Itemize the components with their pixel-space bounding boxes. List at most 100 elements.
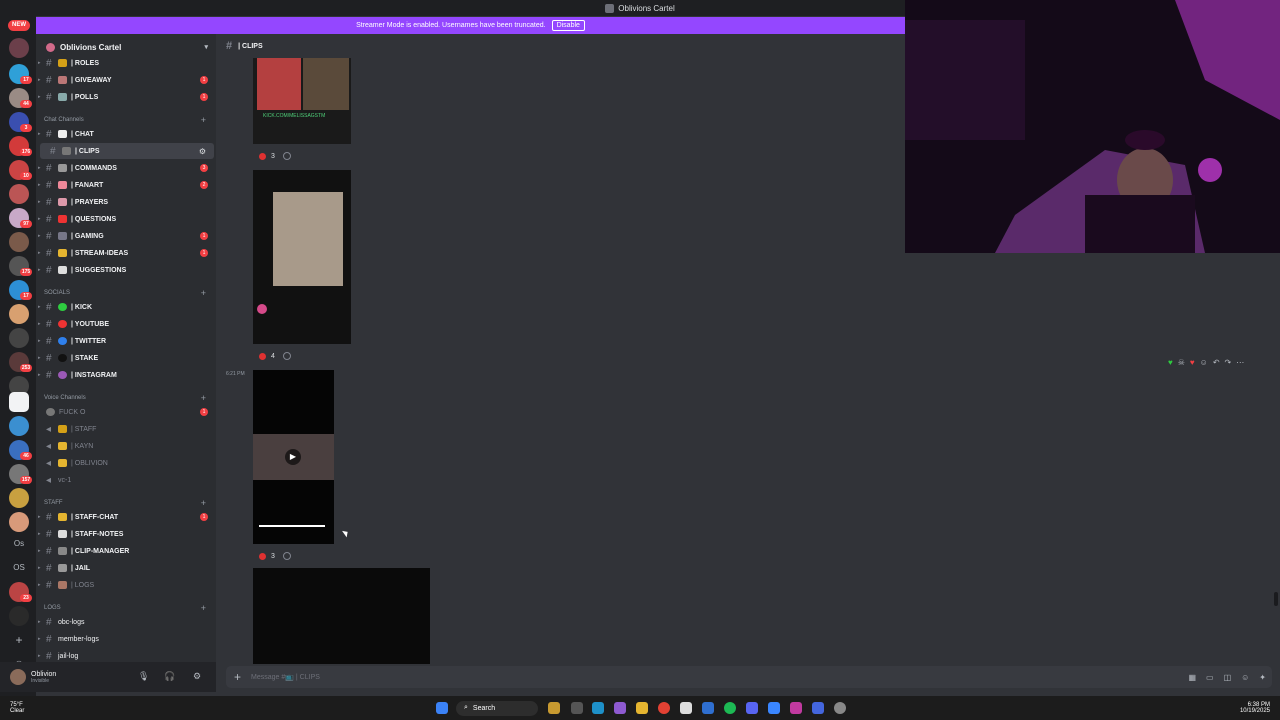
emoji-icon[interactable]: ☺ xyxy=(1241,673,1249,682)
taskbar-app-icon[interactable] xyxy=(548,702,560,714)
reaction-pill[interactable]: 3 xyxy=(259,552,291,560)
voice-channel-item[interactable]: ◂ | OBLIVION xyxy=(36,455,216,471)
reaction-icon[interactable]: ♥ xyxy=(1168,358,1173,367)
message-composer[interactable]: + Message #📺 | CLIPS ▦ ▭ ◫ ☺ ✦ xyxy=(226,666,1272,688)
video-progress-bar[interactable] xyxy=(259,525,325,527)
channel-item[interactable]: ▸ # | STAKE xyxy=(36,350,216,366)
taskbar-app-icon[interactable] xyxy=(812,702,824,714)
voice-channel-item[interactable]: FUCK O 1 xyxy=(36,404,216,420)
channel-item[interactable]: ▸ # | STAFF-NOTES xyxy=(36,526,216,542)
heart-icon[interactable]: ♥ xyxy=(1190,358,1195,367)
headphones-icon[interactable]: 🎧 xyxy=(164,671,175,682)
channel-item[interactable]: ▸ # | STREAM-IDEAS 1 xyxy=(36,245,216,261)
channel-item[interactable]: ▸ # | POLLS 1 xyxy=(36,89,216,105)
attach-plus-icon[interactable]: + xyxy=(234,670,241,684)
server-icon[interactable] xyxy=(9,606,29,626)
channel-item[interactable]: ▸ # | CHAT xyxy=(36,126,216,142)
play-icon[interactable]: ▶ xyxy=(285,449,301,465)
gif-icon[interactable]: ▭ xyxy=(1206,673,1214,682)
server-text-icon[interactable]: OS xyxy=(9,558,29,578)
voice-channel-item[interactable]: ◂ | STAFF xyxy=(36,421,216,437)
server-icon[interactable] xyxy=(9,488,29,508)
channel-item[interactable]: ▸ # obc-logs xyxy=(36,614,216,630)
add-channel-icon[interactable]: + xyxy=(201,603,206,613)
server-icon[interactable] xyxy=(9,392,29,412)
scrollbar[interactable] xyxy=(1274,592,1278,606)
system-clock[interactable]: 6:38 PM 10/19/2025 xyxy=(1240,702,1270,714)
more-icon[interactable]: ⋯ xyxy=(1236,358,1244,367)
add-channel-icon[interactable]: + xyxy=(201,115,206,125)
windows-start-icon[interactable] xyxy=(436,702,448,714)
channel-item[interactable]: ▸ # | COMMANDS 3 xyxy=(36,160,216,176)
add-server-icon[interactable]: + xyxy=(9,630,29,650)
add-reaction-icon[interactable]: ☺ xyxy=(1200,358,1208,367)
channel-item[interactable]: ▸ # | TWITTER xyxy=(36,333,216,349)
copilot-icon[interactable] xyxy=(614,702,626,714)
category-staff[interactable]: STAFF + xyxy=(44,497,214,509)
server-icon[interactable] xyxy=(9,232,29,252)
add-channel-icon[interactable]: + xyxy=(201,498,206,508)
add-reaction-icon[interactable] xyxy=(282,552,291,560)
clip-thumbnail[interactable]: KICK.COM/MELISSAGSTM xyxy=(253,58,351,144)
taskbar-app-icon[interactable] xyxy=(768,702,780,714)
voice-channel-item[interactable]: ◂ vc-1 xyxy=(36,472,216,488)
reaction-pill[interactable]: 3 xyxy=(259,152,291,160)
taskbar-search[interactable]: ⌕ Search xyxy=(456,700,538,716)
channel-item-selected[interactable]: # | CLIPS ⚙ xyxy=(40,143,214,159)
channel-item[interactable]: ▸ # | FANART 2 xyxy=(36,177,216,193)
channel-item[interactable]: ▸ # | INSTAGRAM xyxy=(36,367,216,383)
avatar[interactable] xyxy=(10,669,26,685)
server-icon[interactable] xyxy=(9,184,29,204)
edge-icon[interactable] xyxy=(592,702,604,714)
server-icon[interactable] xyxy=(9,304,29,324)
voice-channel-item[interactable]: ◂ | KAYN xyxy=(36,438,216,454)
new-pill[interactable]: NEW xyxy=(8,20,30,31)
weather-widget[interactable]: 75°F Clear xyxy=(10,702,24,714)
user-info[interactable]: Oblivion Invisible xyxy=(31,671,56,684)
add-reaction-icon[interactable] xyxy=(282,352,291,360)
channel-item[interactable]: ▸ # | LOGS xyxy=(36,577,216,593)
taskbar-app-icon[interactable] xyxy=(790,702,802,714)
disable-button[interactable]: Disable xyxy=(551,20,585,31)
microphone-icon[interactable]: 🎙 xyxy=(138,671,149,682)
reaction-pill[interactable]: 4 xyxy=(259,352,291,360)
store-icon[interactable] xyxy=(680,702,692,714)
clip-thumbnail[interactable] xyxy=(253,170,351,344)
channel-item[interactable]: ▸ # | QUESTIONS xyxy=(36,211,216,227)
channel-item[interactable]: ▸ # | SUGGESTIONS xyxy=(36,262,216,278)
file-explorer-icon[interactable] xyxy=(636,702,648,714)
category-chat[interactable]: Chat Channels + xyxy=(44,114,214,126)
gear-icon[interactable]: ⚙ xyxy=(199,147,206,156)
channel-item[interactable]: ▸ # | CLIP-MANAGER xyxy=(36,543,216,559)
category-logs[interactable]: LOGS + xyxy=(44,602,214,614)
reply-icon[interactable]: ↶ xyxy=(1213,358,1220,367)
video-clip[interactable]: ▶ xyxy=(253,370,334,544)
server-icon[interactable] xyxy=(9,38,29,58)
channel-item[interactable]: ▸ # jail-log xyxy=(36,648,216,662)
add-channel-icon[interactable]: + xyxy=(201,288,206,298)
channel-item[interactable]: ▸ # | KICK xyxy=(36,299,216,315)
category-socials[interactable]: SOCIALS + xyxy=(44,287,214,299)
sticker-icon[interactable]: ◫ xyxy=(1224,673,1232,682)
channel-item[interactable]: ▸ # | GIVEAWAY 1 xyxy=(36,72,216,88)
channel-item[interactable]: ▸ # | STAFF-CHAT 1 xyxy=(36,509,216,525)
clip-thumbnail[interactable] xyxy=(253,568,430,664)
gift-icon[interactable]: ▦ xyxy=(1188,673,1196,682)
outlook-icon[interactable] xyxy=(702,702,714,714)
forward-icon[interactable]: ↷ xyxy=(1225,358,1232,367)
server-header[interactable]: Oblivions Cartel ▾ xyxy=(36,38,216,56)
add-channel-icon[interactable]: + xyxy=(201,393,206,403)
task-view-icon[interactable] xyxy=(571,702,583,714)
settings-gear-icon[interactable]: ⚙ xyxy=(193,671,201,682)
channel-item[interactable]: ▸ # member-logs xyxy=(36,631,216,647)
category-voice[interactable]: Voice Channels + xyxy=(44,392,214,404)
taskbar-app-icon[interactable] xyxy=(834,702,846,714)
discord-icon[interactable] xyxy=(746,702,758,714)
server-icon[interactable] xyxy=(9,328,29,348)
channel-item[interactable]: ▸ # | JAIL xyxy=(36,560,216,576)
channel-item[interactable]: ▸ # | PRAYERS xyxy=(36,194,216,210)
skull-icon[interactable]: ☠ xyxy=(1178,358,1185,367)
channel-item[interactable]: ▸ # | GAMING 1 xyxy=(36,228,216,244)
chrome-icon[interactable] xyxy=(658,702,670,714)
channel-item[interactable]: ▸ # | ROLES xyxy=(36,55,216,71)
